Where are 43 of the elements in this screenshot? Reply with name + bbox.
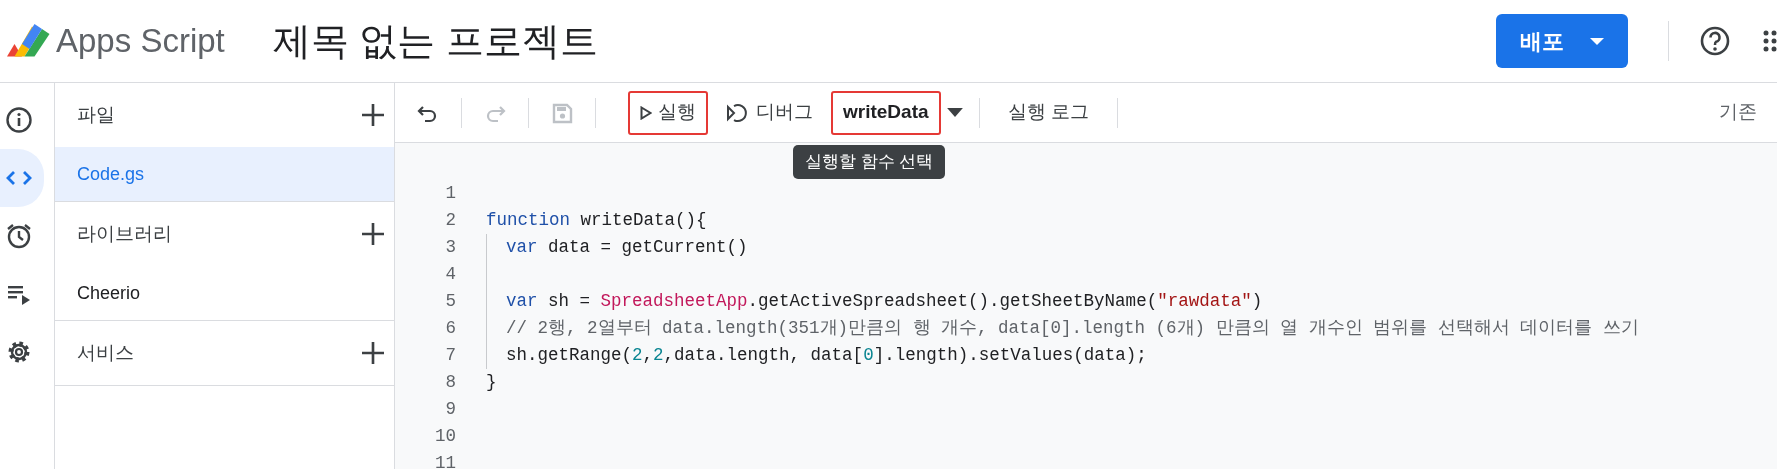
line-number: 1 (444, 182, 457, 206)
line-number: 7 (444, 344, 457, 368)
line-number: 10 (434, 425, 457, 449)
line-number: 9 (444, 398, 457, 422)
file-item[interactable]: Cheerio (55, 266, 394, 320)
line-number: 11 (434, 452, 457, 469)
line-number: 6 (444, 317, 457, 341)
tooltip: 실행할 함수 선택 (793, 145, 946, 179)
debug-icon (726, 101, 750, 124)
deploy-button[interactable]: 배포 (1496, 14, 1628, 68)
debug-button[interactable]: 디버그 (714, 90, 825, 135)
caret-icon (1590, 37, 1604, 45)
project-title[interactable]: 제목 없는 프로젝트 (272, 12, 598, 70)
section-title: 서비스 (77, 340, 134, 365)
code-line: sh.getRange(2,2,data.length, data[0].length).setValues(data); (506, 344, 1147, 368)
function-select[interactable]: writeData (831, 90, 941, 135)
dropdown-caret-icon[interactable] (946, 108, 963, 117)
app-name: Apps Script (56, 21, 225, 62)
code-line: var data = getCurrent() (506, 236, 748, 260)
alarm-clock-icon (5, 222, 33, 250)
line-number: 8 (444, 371, 457, 395)
code-line: function writeData(){ (486, 209, 707, 233)
info-icon (5, 106, 33, 134)
code-line: } (486, 371, 497, 395)
run-button[interactable]: 실행 (628, 90, 708, 135)
line-number: 5 (444, 290, 457, 314)
toolbar-text[interactable]: 기존 (1719, 98, 1757, 127)
apps-grid-icon[interactable] (1763, 29, 1777, 53)
line-number: 4 (444, 263, 457, 287)
code-line: var sh = SpreadsheetApp.getActiveSpreadsheet().getSheetByName("rawdata") (506, 290, 1263, 314)
play-icon (640, 105, 652, 120)
add-icon[interactable] (362, 342, 384, 364)
section-title: 파일 (77, 102, 115, 127)
file-item[interactable]: Code.gs (55, 147, 394, 201)
add-icon[interactable] (362, 104, 384, 126)
execution-log-button[interactable]: 실행 로그 (995, 90, 1101, 135)
code-line: // 2행, 2열부터 data.length(351개)만큼의 행 개수, data[0].length (6개) 만큼의 열 개수인 범위를 선택해서 데이터를 쓰기 (506, 317, 1639, 341)
line-number: 3 (444, 236, 457, 260)
sidebar-tab[interactable] (0, 149, 44, 207)
help-icon[interactable] (1699, 25, 1731, 57)
add-icon[interactable] (362, 223, 384, 245)
section-title: 라이브러리 (77, 221, 172, 246)
line-number: 2 (444, 209, 457, 233)
